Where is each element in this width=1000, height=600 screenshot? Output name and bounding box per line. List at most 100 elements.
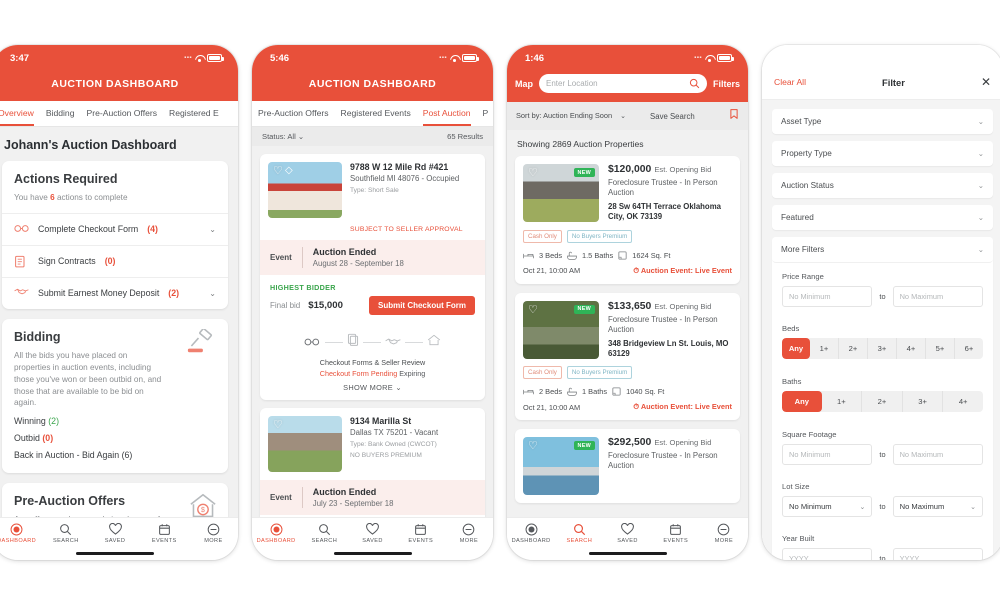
filter-asset-type[interactable]: Asset Type ⌄: [772, 109, 993, 134]
stat-count: (6): [121, 450, 133, 461]
map-toggle-button[interactable]: Map: [515, 79, 533, 89]
status-bar-region: 3:47 ▪▪▪ AUCTION DASHBOARD: [0, 45, 238, 101]
sqft-min-input[interactable]: No Minimum: [782, 444, 873, 465]
heart-icon[interactable]: ♡: [528, 168, 538, 179]
post-auction-listing[interactable]: ♡ 9134 Marilla St Dallas TX 75201 - Vaca…: [260, 408, 485, 517]
lot-size-min-select[interactable]: No Minimum ⌄: [782, 496, 873, 517]
beds-option-4[interactable]: 4+: [897, 338, 926, 359]
tab-events[interactable]: EVENTS: [397, 523, 445, 544]
post-auction-listing[interactable]: ♡ ◇ 9788 W 12 Mile Rd #421 Southfield MI…: [260, 154, 485, 400]
gavel-icon: [187, 327, 217, 361]
tab-registered-events[interactable]: Registered E: [169, 101, 219, 126]
tab-saved[interactable]: SAVED: [90, 523, 139, 544]
filter-more-filters[interactable]: More Filters ⌄: [772, 237, 993, 263]
year-max-input[interactable]: YYYY: [892, 548, 984, 560]
tab-saved[interactable]: SAVED: [348, 523, 396, 544]
baths-option-3[interactable]: 3+: [903, 391, 944, 412]
stepper-connector: [363, 341, 381, 343]
tab-bidding[interactable]: Bidding: [46, 101, 75, 126]
tab-search[interactable]: SEARCH: [41, 523, 90, 544]
baths-option-any[interactable]: Any: [782, 391, 822, 412]
stat-label: Winning: [14, 416, 46, 427]
tab-label: DASHBOARD: [256, 538, 296, 544]
tab-pre-auction-offers[interactable]: Pre-Auction Offers: [258, 101, 329, 126]
tab-post-auction[interactable]: Post Auction: [422, 101, 471, 126]
heart-icon[interactable]: ♡: [273, 166, 283, 177]
bidding-stat-back-in-auction[interactable]: Back in Auction - Bid Again (6): [14, 443, 216, 460]
tab-registered-events[interactable]: Registered Events: [341, 101, 411, 126]
chevron-down-icon[interactable]: ⌄: [209, 289, 216, 298]
heart-icon[interactable]: ♡: [528, 441, 538, 452]
filter-label: Property Type: [781, 149, 832, 158]
heart-icon[interactable]: ♡: [528, 304, 538, 316]
tab-label: MORE: [204, 538, 223, 544]
chevron-down-icon[interactable]: ⌄: [620, 112, 626, 120]
chevron-down-icon[interactable]: ⌄: [209, 225, 216, 234]
new-badge: NEW: [573, 441, 595, 450]
property-card[interactable]: ♡ NEW $120,000 Est. Opening Bid Foreclosu…: [515, 156, 740, 284]
submit-checkout-form-button[interactable]: Submit Checkout Form: [368, 296, 475, 315]
beds-option-any[interactable]: Any: [782, 338, 810, 359]
search-input[interactable]: Enter Location: [539, 74, 707, 93]
svg-text:$: $: [201, 507, 205, 514]
save-icon[interactable]: [729, 107, 739, 125]
lot-size-max-select[interactable]: No Maximum ⌄: [892, 496, 984, 517]
clear-all-button[interactable]: Clear All: [774, 77, 806, 87]
year-min-input[interactable]: YYYY: [782, 548, 873, 560]
beds-option-6[interactable]: 6+: [955, 338, 983, 359]
action-count: (0): [104, 256, 116, 267]
tab-events[interactable]: EVENTS: [140, 523, 189, 544]
property-card[interactable]: ♡ NEW $133,650 Est. Opening Bid Foreclosu…: [515, 292, 740, 420]
tab-events[interactable]: EVENTS: [652, 523, 700, 544]
tab-more-partial[interactable]: P: [483, 101, 489, 126]
tab-overview[interactable]: Overview: [0, 101, 34, 126]
tab-search[interactable]: SEARCH: [555, 523, 603, 544]
sort-selector[interactable]: Sort by: Auction Ending Soon: [516, 111, 612, 120]
action-submit-earnest-money-deposit[interactable]: Submit Earnest Money Deposit (2) ⌄: [2, 276, 228, 309]
tab-more[interactable]: MORE: [189, 523, 238, 544]
baths-option-4[interactable]: 4+: [943, 391, 983, 412]
beds-value: 3 Beds: [539, 250, 563, 260]
bidding-stat-winning[interactable]: Winning (2): [14, 409, 216, 426]
action-sign-contracts[interactable]: Sign Contracts (0): [2, 244, 228, 277]
search-icon: [689, 78, 700, 89]
baths-option-2[interactable]: 2+: [862, 391, 903, 412]
action-complete-checkout-form[interactable]: Complete Checkout Form (4) ⌄: [2, 212, 228, 245]
tab-saved[interactable]: SAVED: [603, 523, 651, 544]
square-footage-label: Square Footage: [782, 430, 837, 439]
tab-search[interactable]: SEARCH: [300, 523, 348, 544]
beds-option-3[interactable]: 3+: [868, 338, 897, 359]
filters-button[interactable]: Filters: [713, 79, 740, 89]
signal-icon: ▪▪▪: [184, 55, 192, 61]
price-max-input[interactable]: No Maximum: [892, 286, 984, 307]
save-search-button[interactable]: Save Search: [650, 112, 695, 121]
beds-option-2[interactable]: 2+: [839, 338, 868, 359]
stat-label: Outbid: [14, 433, 40, 444]
heart-icon[interactable]: ♡: [273, 420, 283, 431]
tab-dashboard[interactable]: DASHBOARD: [252, 523, 300, 544]
tab-more[interactable]: MORE: [700, 523, 748, 544]
beds-segmented-control: Any 1+ 2+ 3+ 4+ 5+ 6+: [782, 338, 983, 359]
status-time: 1:46: [525, 52, 545, 64]
filter-auction-status[interactable]: Auction Status ⌄: [772, 173, 993, 198]
document-icon: [347, 333, 359, 351]
beds-option-1[interactable]: 1+: [810, 338, 839, 359]
filter-property-type[interactable]: Property Type ⌄: [772, 141, 993, 166]
close-icon[interactable]: ✕: [981, 76, 991, 88]
tab-dashboard[interactable]: DASHBOARD: [507, 523, 555, 544]
baths-option-1[interactable]: 1+: [822, 391, 863, 412]
price-min-input[interactable]: No Minimum: [782, 286, 873, 307]
status-bar: 1:46 ▪▪▪: [507, 45, 748, 71]
filter-featured[interactable]: Featured ⌄: [772, 205, 993, 230]
tab-pre-auction-offers[interactable]: Pre-Auction Offers: [87, 101, 158, 126]
property-address-2: Southfield MI 48076 - Occupied: [350, 174, 460, 183]
tab-dashboard[interactable]: DASHBOARD: [0, 523, 41, 544]
baths-value: 1.5 Baths: [582, 250, 614, 260]
property-card[interactable]: ♡ NEW $292,500 Est. Opening Bid Foreclosu…: [515, 429, 740, 503]
sqft-max-input[interactable]: No Maximum: [892, 444, 984, 465]
beds-option-5[interactable]: 5+: [926, 338, 955, 359]
show-more-button[interactable]: SHOW MORE ⌄: [260, 378, 485, 400]
status-filter[interactable]: Status: All ⌄: [262, 132, 304, 141]
bidding-stat-outbid[interactable]: Outbid (0): [14, 426, 216, 443]
tab-more[interactable]: MORE: [445, 523, 493, 544]
